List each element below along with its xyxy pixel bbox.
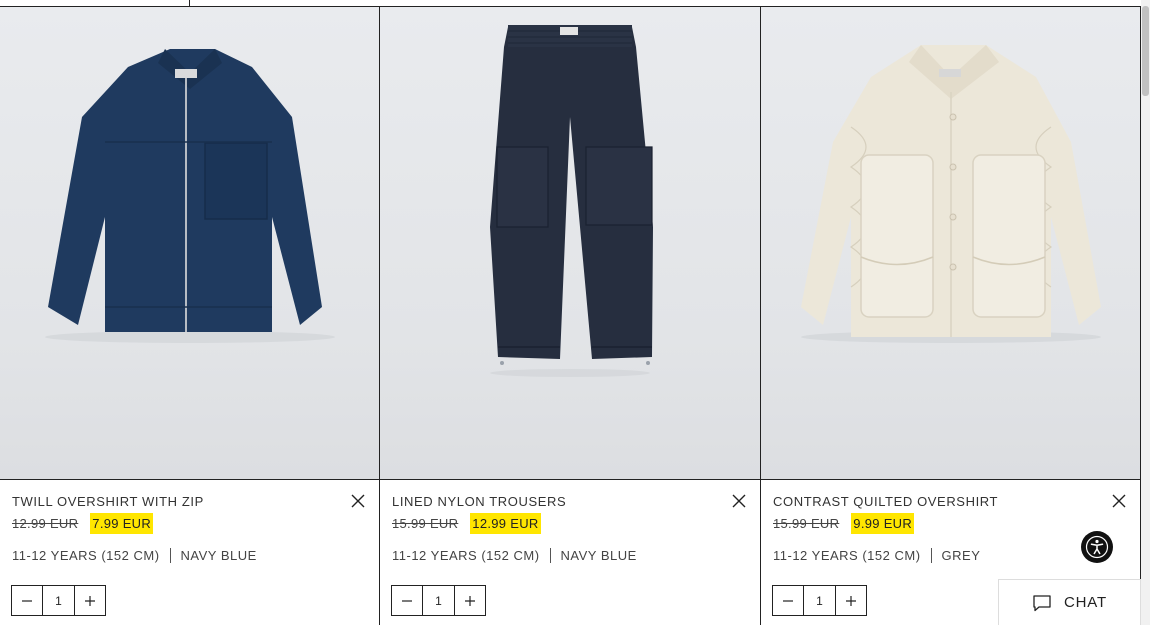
remove-item-icon[interactable]	[351, 494, 365, 508]
price-group: 15.99 EUR 9.99 EUR	[773, 513, 915, 534]
minus-icon	[783, 599, 794, 602]
chat-button[interactable]: CHAT	[998, 579, 1141, 625]
page-scrollbar[interactable]	[1141, 0, 1150, 625]
variant-details: 11-12 YEARS (152 CM) NAVY BLUE	[12, 548, 257, 563]
quantity-value[interactable]: 1	[803, 586, 836, 615]
product-card: CONTRAST QUILTED OVERSHIRT 15.99 EUR 9.9…	[761, 7, 1141, 625]
quantity-stepper: 1	[391, 585, 486, 616]
remove-item-icon[interactable]	[732, 494, 746, 508]
navy-overshirt-illustration	[45, 49, 335, 343]
product-card: TWILL OVERSHIRT WITH ZIP 12.99 EUR 7.99 …	[0, 7, 380, 625]
variant-details: 11-12 YEARS (152 CM) NAVY BLUE	[392, 548, 637, 563]
original-price: 15.99 EUR	[392, 516, 459, 531]
plus-icon	[845, 595, 856, 606]
size-label: 11-12 YEARS (152 CM)	[392, 548, 540, 563]
plus-icon	[84, 595, 95, 606]
minus-icon	[402, 599, 413, 602]
product-card: LINED NYLON TROUSERS 15.99 EUR 12.99 EUR…	[380, 7, 761, 625]
original-price: 12.99 EUR	[12, 516, 79, 531]
plus-icon	[464, 595, 475, 606]
decrease-quantity-button[interactable]	[773, 586, 803, 615]
size-label: 11-12 YEARS (152 CM)	[773, 548, 921, 563]
size-label: 11-12 YEARS (152 CM)	[12, 548, 160, 563]
accessibility-icon	[1085, 535, 1109, 559]
quantity-stepper: 1	[772, 585, 867, 616]
chat-bubble-icon	[1033, 594, 1051, 611]
product-name[interactable]: CONTRAST QUILTED OVERSHIRT	[773, 494, 998, 509]
remove-item-icon[interactable]	[1112, 494, 1126, 508]
divider	[930, 548, 932, 563]
product-image[interactable]	[380, 7, 760, 480]
sale-price: 12.99 EUR	[470, 513, 541, 534]
quantity-value[interactable]: 1	[422, 586, 455, 615]
original-price: 15.99 EUR	[773, 516, 840, 531]
price-group: 12.99 EUR 7.99 EUR	[12, 513, 154, 534]
top-tabs-bar	[0, 0, 1141, 7]
increase-quantity-button[interactable]	[455, 586, 485, 615]
product-info: LINED NYLON TROUSERS 15.99 EUR 12.99 EUR…	[380, 480, 760, 625]
divider	[169, 548, 171, 563]
decrease-quantity-button[interactable]	[12, 586, 42, 615]
variant-details: 11-12 YEARS (152 CM) GREY	[773, 548, 980, 563]
product-info: TWILL OVERSHIRT WITH ZIP 12.99 EUR 7.99 …	[0, 480, 379, 625]
color-label: GREY	[941, 548, 981, 563]
accessibility-button[interactable]	[1081, 531, 1113, 563]
cream-quilted-illustration	[801, 45, 1101, 343]
tab-divider	[189, 0, 190, 6]
decrease-quantity-button[interactable]	[392, 586, 422, 615]
product-name[interactable]: TWILL OVERSHIRT WITH ZIP	[12, 494, 204, 509]
sale-price: 7.99 EUR	[90, 513, 154, 534]
price-group: 15.99 EUR 12.99 EUR	[392, 513, 541, 534]
sale-price: 9.99 EUR	[851, 513, 915, 534]
quantity-stepper: 1	[11, 585, 106, 616]
minus-icon	[22, 599, 33, 602]
color-label: NAVY BLUE	[560, 548, 637, 563]
color-label: NAVY BLUE	[180, 548, 257, 563]
scrollbar-thumb[interactable]	[1142, 6, 1149, 96]
increase-quantity-button[interactable]	[75, 586, 105, 615]
product-image[interactable]	[0, 7, 379, 480]
increase-quantity-button[interactable]	[836, 586, 866, 615]
quantity-value[interactable]: 1	[42, 586, 75, 615]
divider	[549, 548, 551, 563]
navy-trousers-illustration	[490, 25, 653, 377]
product-image[interactable]	[761, 7, 1140, 480]
cart-product-grid: TWILL OVERSHIRT WITH ZIP 12.99 EUR 7.99 …	[0, 7, 1141, 625]
chat-label: CHAT	[1064, 594, 1107, 611]
product-name[interactable]: LINED NYLON TROUSERS	[392, 494, 566, 509]
